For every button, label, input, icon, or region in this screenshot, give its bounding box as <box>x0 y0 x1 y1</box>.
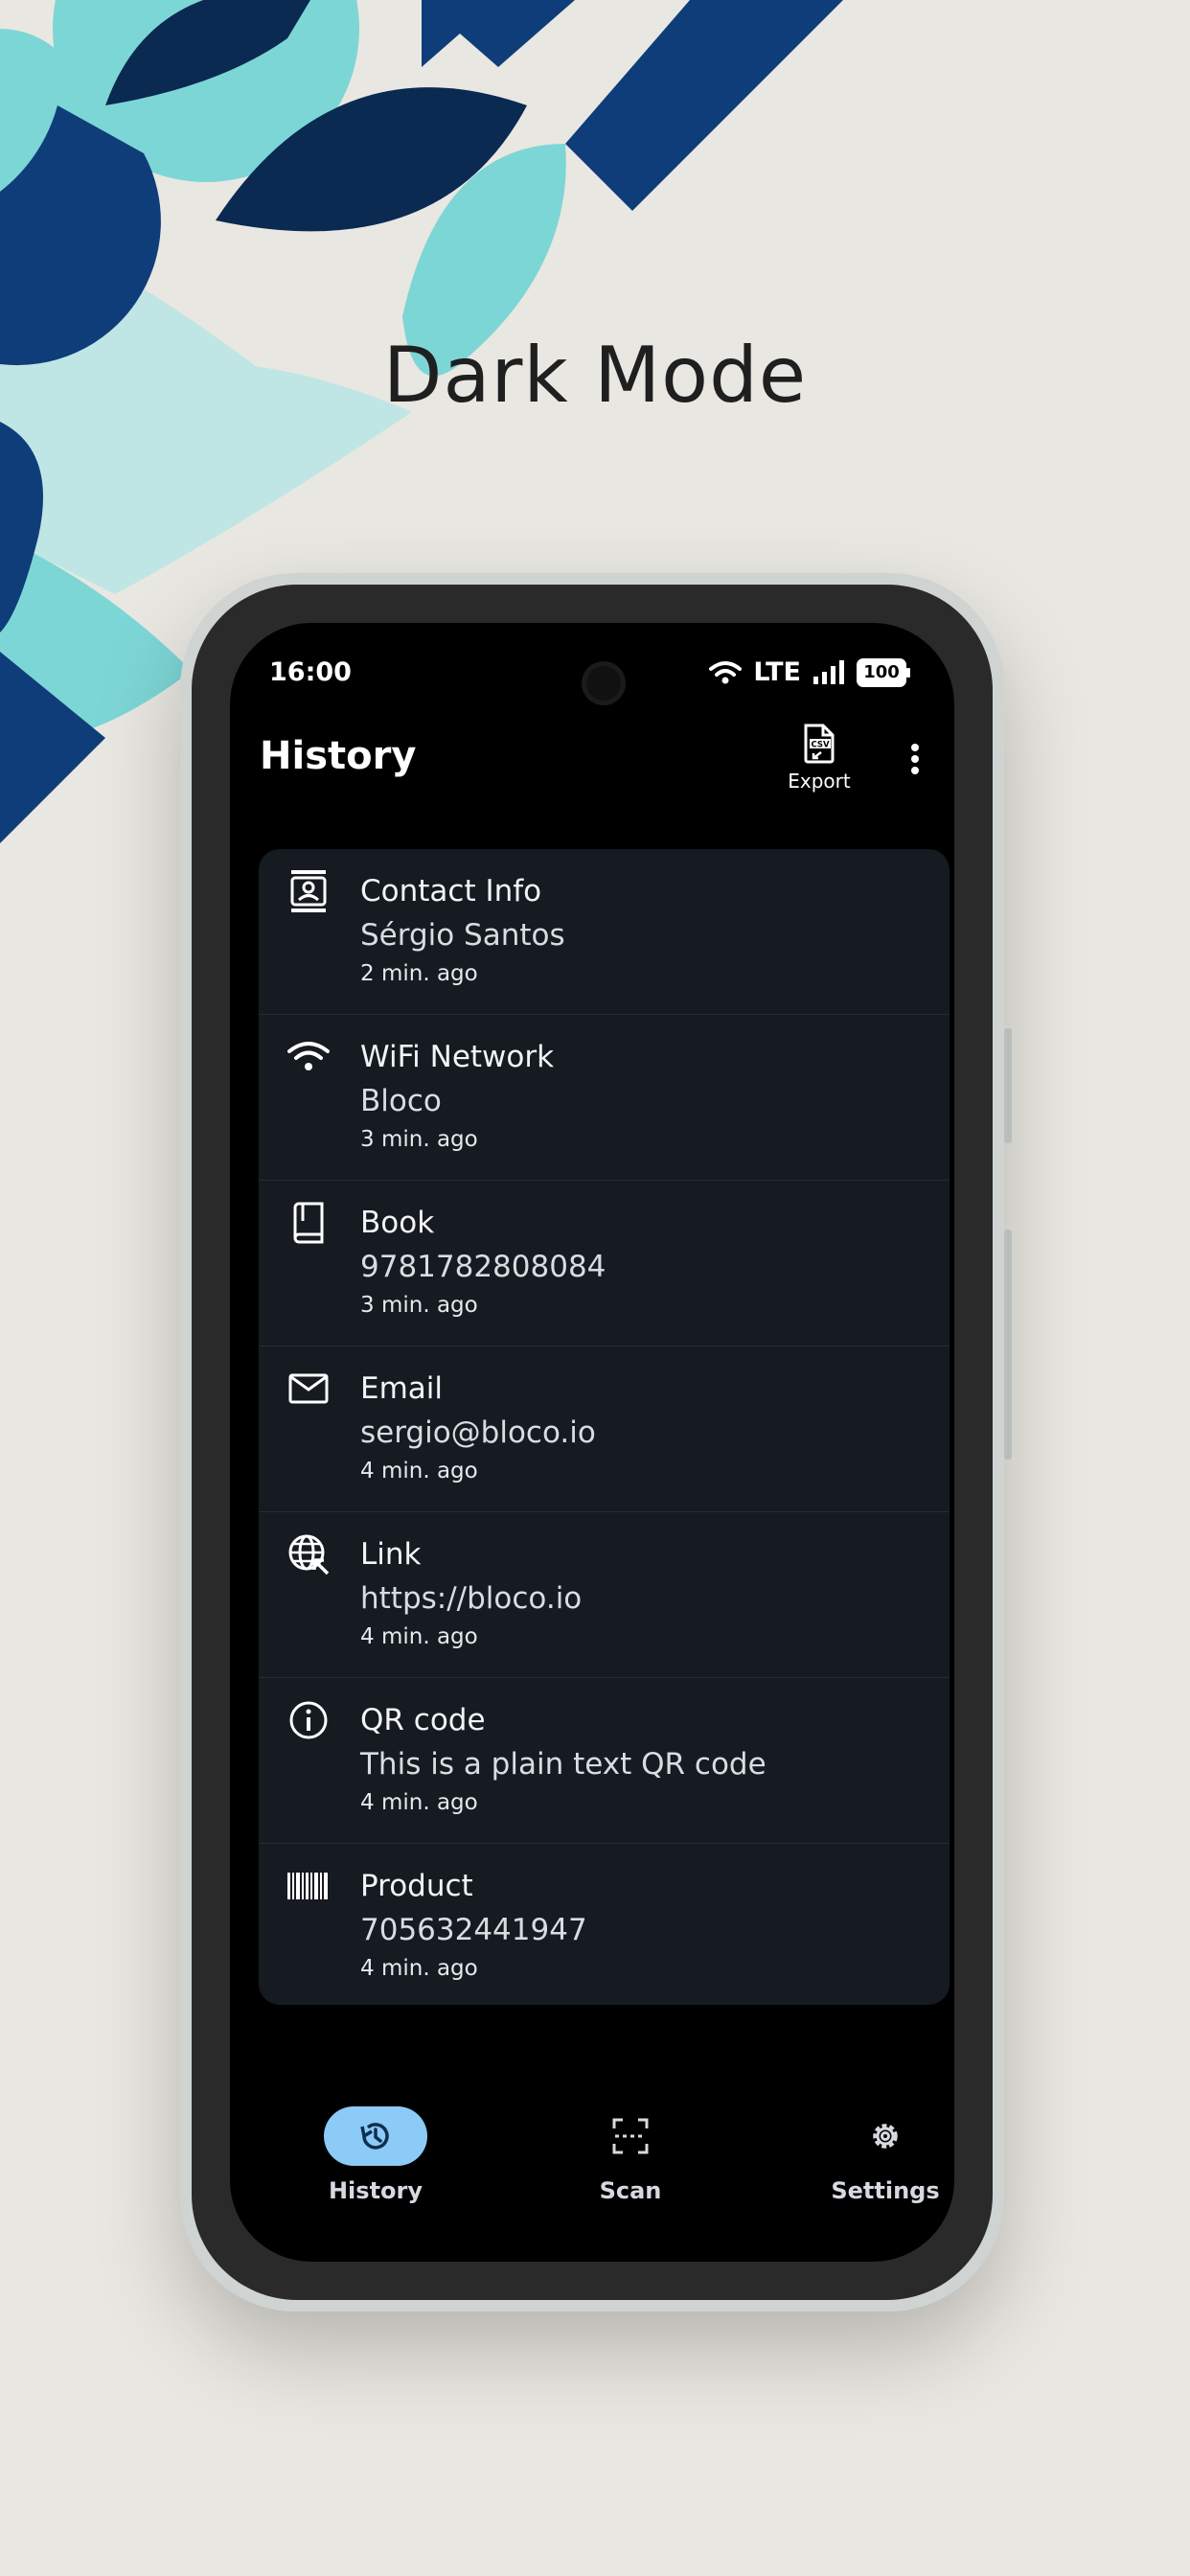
item-title: Book <box>360 1206 435 1240</box>
item-time: 4 min. ago <box>360 1624 478 1649</box>
item-title: Product <box>360 1869 473 1903</box>
list-item[interactable]: Email sergio@bloco.io 4 min. ago <box>259 1346 950 1512</box>
export-label: Export <box>788 770 851 793</box>
list-item[interactable]: Contact Info Sérgio Santos 2 min. ago <box>259 849 950 1015</box>
export-button[interactable]: CSV Export <box>776 724 862 793</box>
list-item[interactable]: WiFi Network Bloco 3 min. ago <box>259 1015 950 1181</box>
item-title: Email <box>360 1371 444 1406</box>
scan-icon <box>612 2118 649 2154</box>
item-time: 4 min. ago <box>360 1956 478 1981</box>
phone-frame: 16:00 LTE 100 History CSV Export Contact… <box>180 573 1012 2312</box>
network-type: LTE <box>753 657 801 687</box>
list-item[interactable]: QR code This is a plain text QR code 4 m… <box>259 1678 950 1844</box>
status-icons: LTE 100 <box>709 657 910 687</box>
gear-icon <box>873 2124 898 2149</box>
wifi-icon <box>287 1042 330 1070</box>
item-value: Sérgio Santos <box>360 918 565 953</box>
csv-file-icon: CSV <box>804 724 835 764</box>
nav-active-indicator <box>324 2106 427 2166</box>
item-time: 4 min. ago <box>360 1459 478 1484</box>
status-time: 16:00 <box>269 657 352 687</box>
nav-item-settings[interactable]: Settings <box>790 2106 954 2204</box>
item-value: 705632441947 <box>360 1913 587 1947</box>
history-icon <box>360 2123 389 2150</box>
list-item[interactable]: Link https://bloco.io 4 min. ago <box>259 1512 950 1678</box>
book-icon <box>293 1202 324 1244</box>
phone-bezel: 16:00 LTE 100 History CSV Export Contact… <box>192 585 993 2300</box>
item-title: QR code <box>360 1703 486 1737</box>
nav-item-scan[interactable]: Scan <box>535 2106 726 2204</box>
item-title: Link <box>360 1537 422 1572</box>
item-time: 2 min. ago <box>360 961 478 986</box>
nav-item-history[interactable]: History <box>280 2106 471 2204</box>
contact-icon <box>290 870 327 912</box>
wifi-signal-icon <box>709 660 743 683</box>
volume-button <box>1004 1028 1012 1143</box>
history-list: Contact Info Sérgio Santos 2 min. ago Wi… <box>259 849 950 2005</box>
item-time: 4 min. ago <box>360 1790 478 1815</box>
nav-icon-container <box>834 2106 937 2166</box>
list-item[interactable]: Book 9781782808084 3 min. ago <box>259 1181 950 1346</box>
phone-screen: 16:00 LTE 100 History CSV Export Contact… <box>230 623 954 2262</box>
email-icon <box>288 1373 329 1404</box>
item-time: 3 min. ago <box>360 1293 478 1318</box>
item-value: https://bloco.io <box>360 1581 583 1616</box>
page-title: History <box>260 734 417 778</box>
info-icon <box>289 1701 328 1739</box>
cell-signal-icon <box>813 659 844 684</box>
item-title: Contact Info <box>360 874 542 908</box>
nav-label: History <box>328 2177 423 2204</box>
front-camera <box>586 666 621 701</box>
item-value: This is a plain text QR code <box>360 1747 767 1782</box>
link-icon <box>288 1534 330 1576</box>
nav-icon-container <box>579 2106 682 2166</box>
bottom-navigation: History Scan Settings <box>230 2106 954 2231</box>
battery-indicator: 100 <box>857 657 910 687</box>
nav-label: Settings <box>831 2177 940 2204</box>
headline: Dark Mode <box>382 331 808 420</box>
list-item[interactable]: Product 705632441947 4 min. ago <box>259 1844 950 2005</box>
item-time: 3 min. ago <box>360 1127 478 1152</box>
item-value: 9781782808084 <box>360 1250 606 1284</box>
svg-text:CSV: CSV <box>811 741 830 750</box>
item-title: WiFi Network <box>360 1040 555 1074</box>
barcode-icon <box>287 1873 328 1899</box>
more-vert-icon[interactable] <box>901 740 929 788</box>
item-value: sergio@bloco.io <box>360 1415 596 1450</box>
power-button <box>1004 1230 1012 1460</box>
item-value: Bloco <box>360 1084 442 1118</box>
nav-label: Scan <box>599 2177 662 2204</box>
